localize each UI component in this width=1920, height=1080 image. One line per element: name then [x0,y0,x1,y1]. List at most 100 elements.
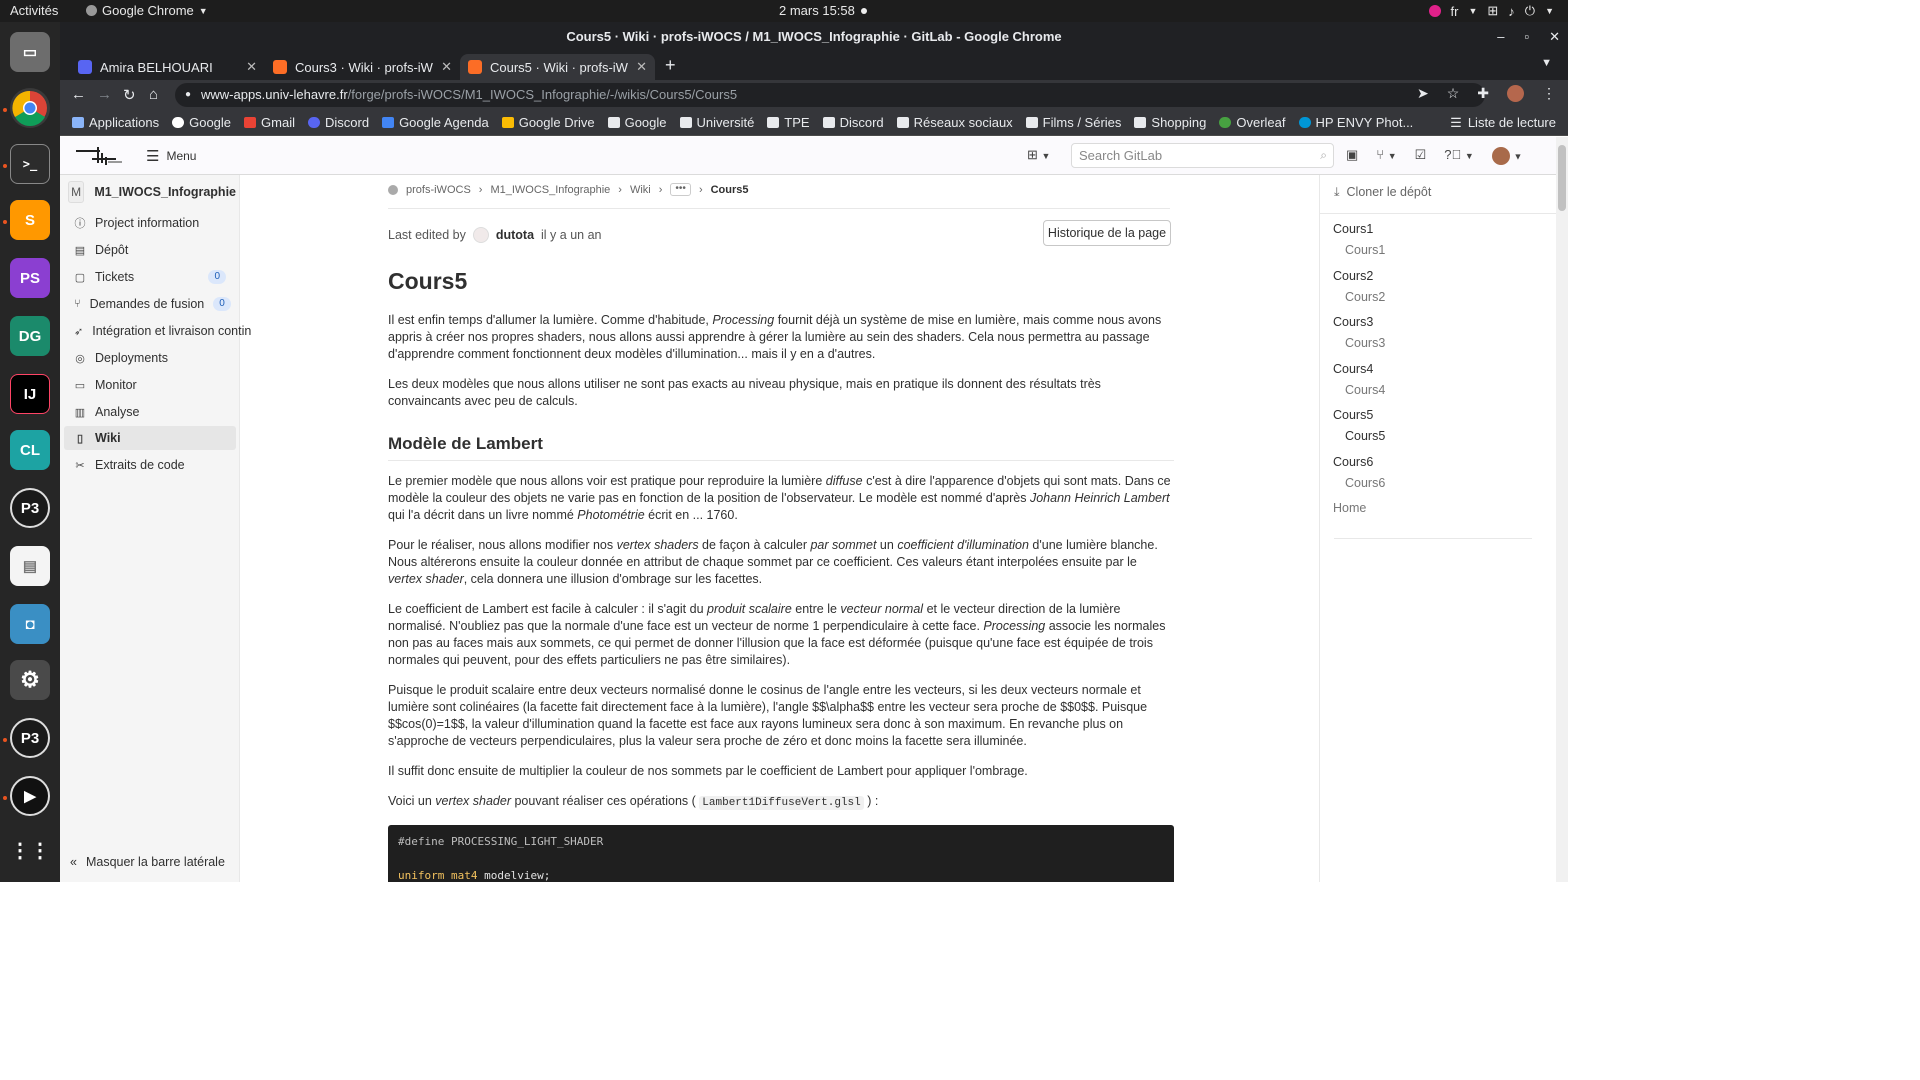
search-input[interactable]: Search GitLab ⌕ [1071,143,1334,168]
issues-icon[interactable]: ▣ [1346,147,1358,165]
language-indicator[interactable]: fr [1451,4,1459,19]
clone-repository-button[interactable]: ⤓ Cloner le dépôt [1334,185,1431,200]
sidebar-item-deployments[interactable]: ◎ Deployments [64,346,236,370]
sidebar-item-project-information[interactable]: ⓘ Project information [64,211,236,235]
wiki-page-link[interactable]: Cours2 [1345,290,1385,304]
wiki-dir-cours2[interactable]: Cours2 [1333,269,1373,283]
todo-icon[interactable]: ☑ [1415,147,1427,165]
wiki-dir-cours1[interactable]: Cours1 [1333,222,1373,236]
page-history-button[interactable]: Historique de la page [1043,220,1171,246]
profile-avatar[interactable] [1507,85,1524,102]
close-window-icon[interactable]: ✕ [1549,22,1560,52]
bookmark-folder[interactable]: Google [607,115,667,130]
breadcrumb-current[interactable]: Cours5 [711,184,749,196]
breadcrumb-expand-button[interactable]: ••• [670,183,691,196]
bookmark-folder[interactable]: Films / Séries [1025,115,1121,130]
browser-tab[interactable]: Cours3 · Wiki · profs-iWOC ✕ [265,54,460,80]
chrome-menu-icon[interactable]: ⋮ [1542,85,1556,102]
editor-avatar[interactable] [472,227,489,243]
bookmark-item[interactable]: Applications [72,115,159,130]
browser-tab-active[interactable]: Cours5 · Wiki · profs-iWOC ✕ [460,54,655,80]
terminal-app-icon[interactable]: >_ [10,144,50,184]
menu-button[interactable]: ☰ Menu [146,147,196,165]
merge-request-icon[interactable]: ⑂ ▼ [1376,147,1396,165]
breadcrumb-item[interactable]: M1_IWOCS_Infographie [490,184,610,196]
wiki-page-link-current[interactable]: Cours5 [1345,429,1385,443]
tab-close-icon[interactable]: ✕ [246,59,257,75]
system-tray[interactable]: fr ▼ ⊞ ♪ ⏻ ▼ [1428,3,1554,19]
media-player-app-icon[interactable]: ▶ [10,776,50,816]
bookmark-star-icon[interactable]: ☆ [1447,85,1460,102]
tab-close-icon[interactable]: ✕ [441,59,452,75]
phpstorm-app-icon[interactable]: PS [10,258,50,298]
bookmark-item[interactable]: Discord [307,115,369,130]
bookmark-item[interactable]: Google [172,115,231,130]
activities-button[interactable]: Activités [10,3,58,18]
bookmark-item[interactable]: Google Agenda [382,115,489,130]
create-new-button[interactable]: ⊞ ▼ [1027,147,1050,163]
tab-close-icon[interactable]: ✕ [636,59,647,75]
app-menu[interactable]: Google Chrome ▼ [86,3,208,18]
sidebar-item-snippets[interactable]: ✂ Extraits de code [64,453,236,477]
wiki-page-link[interactable]: Cours1 [1345,243,1385,257]
sidebar-item-wiki[interactable]: ▯ Wiki [64,426,236,450]
project-header[interactable]: M M1_IWOCS_Infographie [68,179,236,205]
wiki-dir-cours3[interactable]: Cours3 [1333,315,1373,329]
university-logo-icon[interactable] [72,145,126,167]
user-avatar[interactable]: ▼ [1491,147,1522,165]
bookmark-folder[interactable]: Discord [822,115,884,130]
reading-list-button[interactable]: ☰ Liste de lecture [1450,115,1556,131]
bookmark-item[interactable]: Google Drive [501,115,595,130]
chrome-app-icon[interactable] [10,88,50,128]
bookmark-folder[interactable]: TPE [767,115,810,130]
sidebar-item-tickets[interactable]: ▢ Tickets 0 [64,265,236,289]
sidebar-item-merge-requests[interactable]: ⑂ Demandes de fusion 0 [64,292,236,316]
browser-tab[interactable]: Amira BELHOUARI ✕ [70,54,265,80]
sidebar-item-analyse[interactable]: ▥ Analyse [64,400,236,424]
breadcrumb-item[interactable]: Wiki [630,184,651,196]
wiki-dir-cours4[interactable]: Cours4 [1333,362,1373,376]
bookmark-folder[interactable]: Shopping [1134,115,1206,130]
forward-icon[interactable]: → [97,86,112,103]
page-scrollbar[interactable] [1556,137,1568,882]
reload-icon[interactable]: ↻ [123,86,136,104]
files-app-icon[interactable]: ▭ [10,32,50,72]
back-icon[interactable]: ← [71,86,86,103]
bookmark-folder[interactable]: Université [679,115,754,130]
sidebar-item-depot[interactable]: ▤ Dépôt [64,238,236,262]
wiki-home-link[interactable]: Home [1333,501,1366,515]
breadcrumb-item[interactable]: profs-iWOCS [406,184,471,196]
new-tab-button[interactable]: + [665,55,676,76]
scrollbar-thumb[interactable] [1558,145,1566,211]
extensions-icon[interactable]: ✚ [1477,85,1489,102]
bookmark-folder[interactable]: Réseaux sociaux [896,115,1013,130]
processing-app-icon[interactable]: P3 [10,488,50,528]
screenshot-app-icon[interactable]: ◘ [10,604,50,644]
sidebar-item-ci-cd[interactable]: ➶ Intégration et livraison contin [64,319,251,343]
wiki-dir-cours6[interactable]: Cours6 [1333,455,1373,469]
clion-app-icon[interactable]: CL [10,430,50,470]
bookmark-item[interactable]: Overleaf [1219,115,1286,130]
home-icon[interactable]: ⌂ [149,86,158,103]
processing-app-icon[interactable]: P3 [10,718,50,758]
bookmark-item[interactable]: HP ENVY Phot... [1298,115,1413,130]
collapse-sidebar-button[interactable]: « Masquer la barre latérale [70,855,225,869]
bookmark-item[interactable]: Gmail [244,115,295,130]
sublime-text-app-icon[interactable]: S [10,200,50,240]
editor-username[interactable]: dutota [496,228,534,242]
minimize-icon[interactable]: – [1497,22,1504,52]
wiki-dir-cours5[interactable]: Cours5 [1333,408,1373,422]
address-bar[interactable]: ● www-apps.univ-lehavre.fr/forge/profs-i… [175,83,1485,107]
send-icon[interactable]: ➤ [1417,85,1429,102]
wiki-page-link[interactable]: Cours3 [1345,336,1385,350]
datagrip-app-icon[interactable]: DG [10,316,50,356]
text-editor-app-icon[interactable]: ▤ [10,546,50,586]
maximize-icon[interactable]: ▫ [1524,22,1529,52]
wiki-page-link[interactable]: Cours4 [1345,383,1385,397]
intellij-app-icon[interactable]: IJ [10,374,50,414]
show-applications-icon[interactable]: ⋮⋮ [10,830,50,870]
code-block[interactable]: #define PROCESSING_LIGHT_SHADER uniform … [388,825,1174,882]
clock[interactable]: 2 mars 15:58 [779,3,855,18]
tab-search-icon[interactable]: ▼ [1541,57,1552,69]
wiki-page-link[interactable]: Cours6 [1345,476,1385,490]
